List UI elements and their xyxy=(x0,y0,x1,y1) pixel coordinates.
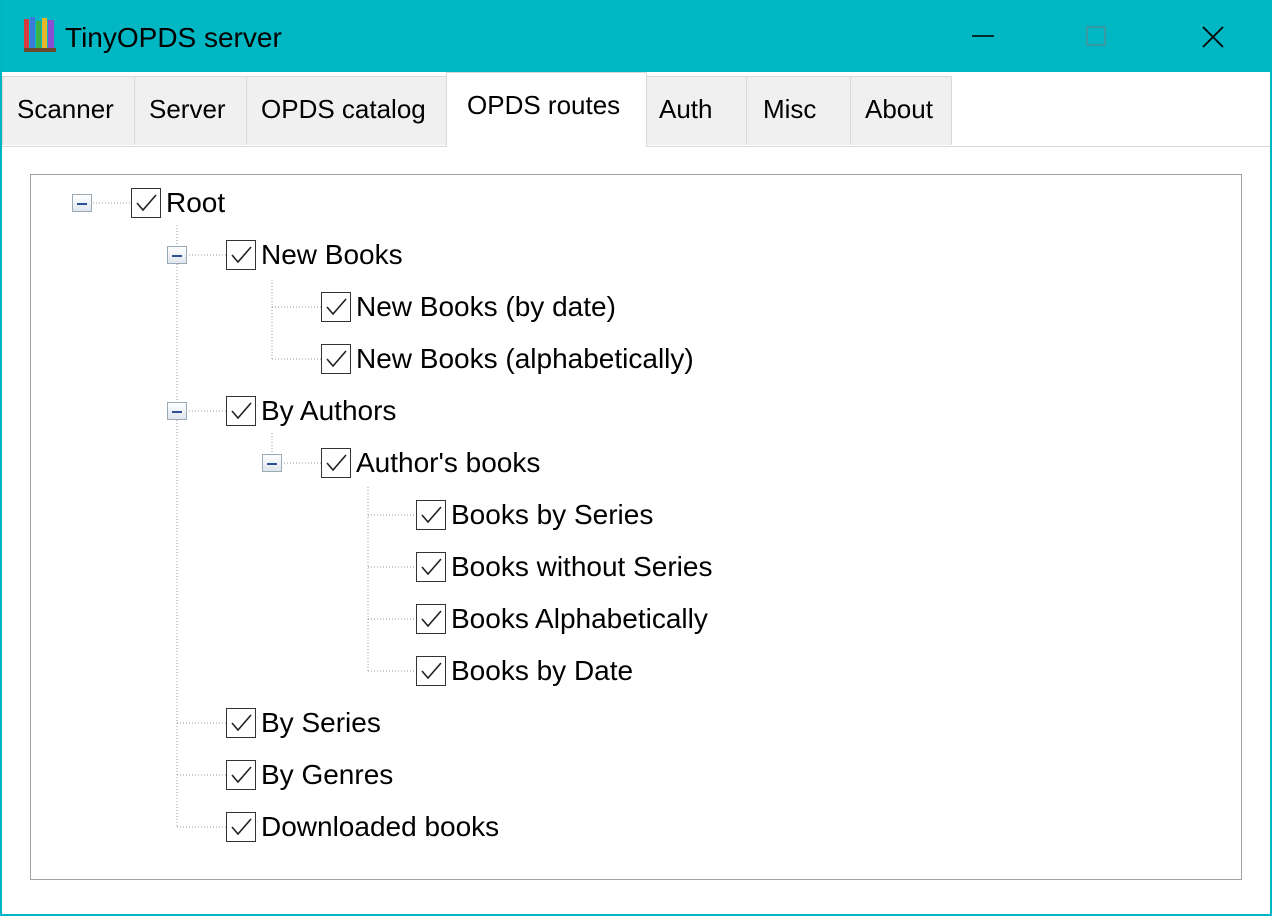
checkmark-icon xyxy=(326,350,347,368)
maximize-button[interactable] xyxy=(1038,0,1154,72)
tree-node-label: Author's books xyxy=(356,447,541,478)
checkbox[interactable] xyxy=(226,396,256,426)
routes-tree-view[interactable]: Root New Books New Books (by date) New B… xyxy=(30,174,1242,880)
tree-node-label: Books by Series xyxy=(451,499,654,530)
tab-label: Auth xyxy=(659,94,713,124)
collapse-new-books-icon[interactable] xyxy=(167,246,187,264)
tab-misc[interactable]: Misc xyxy=(746,76,851,145)
checkmark-icon xyxy=(231,402,252,420)
checkmark-icon xyxy=(136,194,157,212)
close-icon xyxy=(1202,26,1224,48)
tab-label: Server xyxy=(149,94,226,124)
checkmark-icon xyxy=(421,558,442,576)
checkbox[interactable] xyxy=(226,708,256,738)
checkbox[interactable] xyxy=(416,604,446,634)
collapse-authors-books-icon[interactable] xyxy=(262,454,282,472)
tree-node-label: By Genres xyxy=(261,759,394,790)
checkbox[interactable] xyxy=(226,240,256,270)
checkbox[interactable] xyxy=(321,344,351,374)
checkmark-icon xyxy=(231,818,252,836)
checkbox[interactable] xyxy=(226,812,256,842)
checkmark-icon xyxy=(421,662,442,680)
tab-about[interactable]: About xyxy=(850,76,952,145)
checkbox[interactable] xyxy=(321,448,351,478)
tree-node-label: By Authors xyxy=(261,395,397,426)
tree-node-label: Books Alphabetically xyxy=(451,603,708,634)
minimize-button[interactable] xyxy=(924,0,1040,72)
tree-node-label: Downloaded books xyxy=(261,811,500,842)
tab-scanner[interactable]: Scanner xyxy=(2,76,135,145)
checkbox[interactable] xyxy=(131,188,161,218)
tree-node-label: New Books (by date) xyxy=(356,291,616,322)
tab-strip: Scanner Server OPDS catalog OPDS routes … xyxy=(2,72,1270,147)
tree-node-label: By Series xyxy=(261,707,381,738)
tab-server[interactable]: Server xyxy=(134,76,247,145)
tab-label: Scanner xyxy=(17,94,114,124)
tree-node-label: Books by Date xyxy=(451,655,634,686)
tab-label: OPDS catalog xyxy=(261,94,426,124)
maximize-icon xyxy=(1086,26,1106,46)
tab-auth[interactable]: Auth xyxy=(646,76,747,145)
tab-label: Misc xyxy=(763,94,817,124)
tab-opds-routes[interactable]: OPDS routes xyxy=(446,72,647,147)
minimize-icon xyxy=(972,35,994,37)
tab-label: OPDS routes xyxy=(467,90,621,120)
tree-node-label: New Books (alphabetically) xyxy=(356,343,694,374)
checkbox[interactable] xyxy=(416,656,446,686)
tree-node-label: New Books xyxy=(261,239,403,270)
checkbox[interactable] xyxy=(226,760,256,790)
checkmark-icon xyxy=(421,610,442,628)
checkmark-icon xyxy=(421,506,442,524)
checkmark-icon xyxy=(326,454,347,472)
checkmark-icon xyxy=(326,298,347,316)
app-books-icon xyxy=(24,17,56,53)
tab-opds-catalog[interactable]: OPDS catalog xyxy=(246,76,447,145)
tree-node-label: Root xyxy=(166,187,226,218)
collapse-root-icon[interactable] xyxy=(72,194,92,212)
close-button[interactable] xyxy=(1154,0,1272,72)
checkmark-icon xyxy=(231,714,252,732)
app-window: TinyOPDS server Scanner Server OPDS cata… xyxy=(0,0,1272,916)
collapse-by-authors-icon[interactable] xyxy=(167,402,187,420)
tree-node-label: Books without Series xyxy=(451,551,713,582)
checkbox[interactable] xyxy=(321,292,351,322)
checkmark-icon xyxy=(231,766,252,784)
window-title: TinyOPDS server xyxy=(65,22,282,53)
title-bar[interactable]: TinyOPDS server xyxy=(2,0,1272,72)
tab-label: About xyxy=(865,94,933,124)
checkbox[interactable] xyxy=(416,552,446,582)
checkbox[interactable] xyxy=(416,500,446,530)
checkmark-icon xyxy=(231,246,252,264)
